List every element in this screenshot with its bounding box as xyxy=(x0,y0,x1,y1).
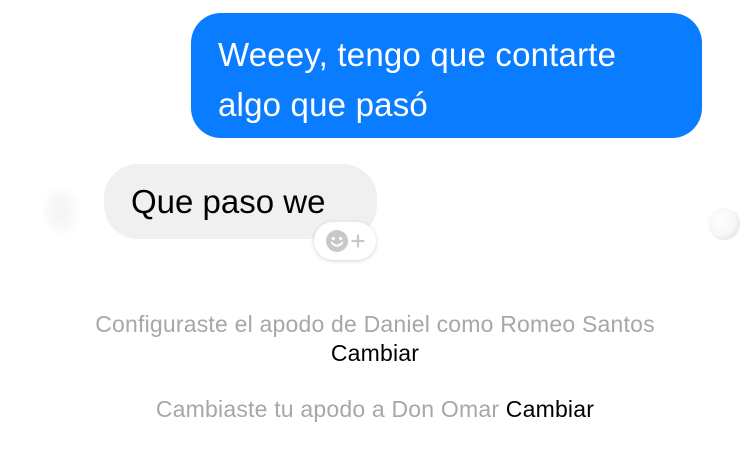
incoming-message-text: Que paso we xyxy=(131,183,326,220)
outgoing-message-bubble[interactable]: Weeey, tengo que contarte algo que pasó xyxy=(191,13,702,138)
own-nickname-notice: Cambiaste tu apodo a Don Omar Cambiar xyxy=(0,394,750,424)
change-own-nickname-link[interactable]: Cambiar xyxy=(506,396,594,422)
add-reaction-button[interactable] xyxy=(314,222,376,260)
nickname-notice-action-row: Cambiar xyxy=(0,338,750,368)
change-nickname-link[interactable]: Cambiar xyxy=(331,340,419,366)
outgoing-message-line: algo que pasó xyxy=(218,86,428,123)
own-nickname-notice-text: Cambiaste tu apodo a Don Omar xyxy=(155,396,500,422)
nickname-notice: Configuraste el apodo de Daniel como Rom… xyxy=(0,309,750,339)
read-receipt-avatar xyxy=(708,208,740,240)
plus-icon xyxy=(351,234,365,248)
contact-avatar[interactable] xyxy=(42,186,80,236)
nickname-notice-text: Configuraste el apodo de Daniel como Rom… xyxy=(95,311,655,337)
smiley-icon xyxy=(326,230,348,252)
outgoing-message-line: Weeey, tengo que contarte xyxy=(218,36,617,73)
